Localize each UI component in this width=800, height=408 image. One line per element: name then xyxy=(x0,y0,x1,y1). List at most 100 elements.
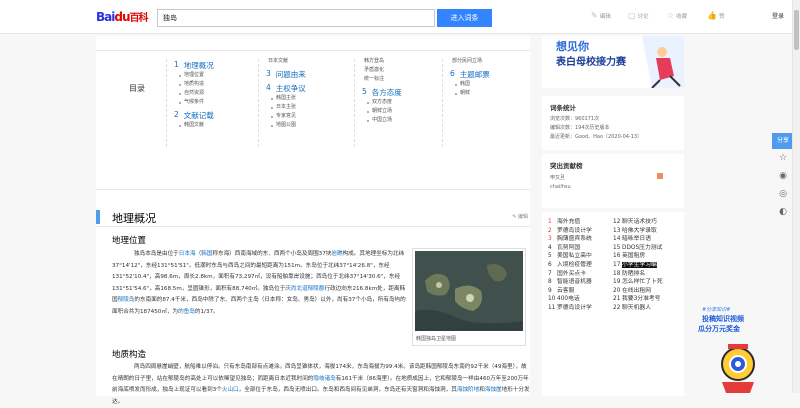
enter-entry-button[interactable]: 进入词条 xyxy=(437,9,492,27)
catalog-item[interactable]: 统一标注 xyxy=(362,75,442,84)
hot-list-item[interactable]: 15 DDOS压力测试 xyxy=(613,244,663,253)
like-icon: 👍 xyxy=(707,11,717,20)
catalog-item[interactable]: 专家意见 xyxy=(266,112,346,121)
hot-list-label: 400电话 xyxy=(557,296,580,303)
catalog-item[interactable]: 韩方登岛 xyxy=(362,57,442,66)
inline-link[interactable]: 海蚀阶地 xyxy=(457,387,479,393)
hot-list-item[interactable]: 6 入境检疫管理 xyxy=(548,261,592,270)
catalog-item[interactable]: 朝鲜立场 xyxy=(362,107,442,116)
catalog-item[interactable]: 日本文献 xyxy=(266,57,346,66)
hot-list-item[interactable]: 5 美国私立高中 xyxy=(548,252,592,261)
catalog-item[interactable]: 部分民间立场 xyxy=(450,57,530,66)
share-button[interactable]: 分享 xyxy=(772,133,794,149)
collect-tool-label: 收藏 xyxy=(676,13,688,20)
hot-list-item[interactable]: 13 哈佛大学录取 xyxy=(613,227,663,236)
catalog-item[interactable]: 地图公图 xyxy=(266,121,346,130)
satellite-map-figure[interactable]: 韩国独岛卫星地图 xyxy=(412,248,526,346)
catalog-item[interactable]: 朝鲜 xyxy=(450,89,530,98)
star-icon[interactable]: ☆ xyxy=(772,149,794,167)
catalog-heading[interactable]: 2 文献记载 xyxy=(174,110,254,121)
hot-list-item[interactable]: 12 聊天话术技巧 xyxy=(613,218,663,227)
catalog-item[interactable]: 双方态度 xyxy=(362,98,442,107)
hot-list-item[interactable]: 17 小学生学习编 xyxy=(613,261,663,270)
main-content: 目录 1 地理概况 地理位置 地质构造 自然资源 气候条件 2 文献记载 韩国文献 日本文献 3 问… xyxy=(96,36,530,405)
catalog-item[interactable]: 地理位置 xyxy=(174,71,254,80)
scrollbar[interactable] xyxy=(792,0,800,393)
hot-list-item[interactable]: 2 罗德岛设计学 xyxy=(548,227,592,236)
like-tool[interactable]: 👍 赞 xyxy=(707,11,724,20)
inline-link[interactable]: 隐岐诸岛 xyxy=(313,376,335,382)
video-promo[interactable]: #分享知识# 投稿知识视频 瓜分万元奖金 xyxy=(696,304,778,393)
hot-list-item[interactable]: 7 国外买点卡 xyxy=(548,270,592,279)
catalog-heading[interactable]: 4 主权争议 xyxy=(266,83,346,94)
inline-link[interactable]: 韩国 xyxy=(201,251,212,257)
hot-list-item[interactable]: 1 海外充值 xyxy=(548,218,592,227)
hot-list-item[interactable]: 19 怎么样忙了卜死 xyxy=(613,278,663,287)
hot-list-item[interactable]: 4 瓦努阿国 xyxy=(548,244,592,253)
inline-link[interactable]: 的鱼岛 xyxy=(178,309,195,315)
weibo-icon[interactable]: ◉ xyxy=(772,167,794,185)
catalog-item[interactable]: 地质构造 xyxy=(174,80,254,89)
logo-baike: 百科 xyxy=(129,13,149,24)
contrib-user-1[interactable]: 申又旦 xyxy=(542,173,684,183)
inline-link[interactable]: 郁陵岛 xyxy=(118,297,135,303)
hot-list-rank: 5 xyxy=(548,253,552,260)
catalog-heading[interactable]: 1 地理概况 xyxy=(174,60,254,71)
hot-list-label: 聊天话术技巧 xyxy=(622,219,657,225)
hot-list-item[interactable]: 21 我要3分准考号 xyxy=(613,295,663,304)
scrollbar-thumb[interactable] xyxy=(794,10,799,50)
contrib-user-2[interactable]: chailhsu xyxy=(542,183,684,192)
top-bar: Baidu百科 独岛 进入词条 ✎ 编辑 ▢ 讨论 ☆ 收藏 👍 赞 登录 xyxy=(0,0,800,34)
wechat-icon[interactable]: ◎ xyxy=(772,185,794,203)
hot-list-rank: 22 xyxy=(613,304,621,311)
hot-list-item[interactable]: 14 暗咏举日语 xyxy=(613,235,663,244)
hot-list-rank: 10 xyxy=(548,296,556,303)
hot-list-rank: 1 xyxy=(548,219,552,225)
catalog-item[interactable]: 日本主张 xyxy=(266,103,346,112)
hot-list-item[interactable]: 16 英国租房 xyxy=(613,252,663,261)
hot-list-left: 1 海外充值 2 罗德岛设计学 3 胸薄盛宾系统 4 瓦努阿国 5 美国私立高中 6 入境检疫管理 7 国… xyxy=(548,218,592,313)
promo-banner[interactable]: 想见你 表白母校接力赛 xyxy=(542,36,684,88)
inline-link[interactable]: 火山口 xyxy=(222,387,239,393)
edit-tool[interactable]: ✎ 编辑 xyxy=(591,11,611,20)
inline-link[interactable]: 海蚀崖 xyxy=(485,387,502,393)
hot-list-item[interactable]: 20 在线出租网 xyxy=(613,287,663,296)
catalog-item[interactable]: 矛盾激化 xyxy=(362,66,442,75)
hot-list-item[interactable]: 3 胸薄盛宾系统 xyxy=(548,235,592,244)
discuss-tool[interactable]: ▢ 讨论 xyxy=(628,11,649,20)
baidu-baike-logo[interactable]: Baidu百科 xyxy=(96,9,149,24)
inline-link[interactable]: 庆尚北道郁陵郡 xyxy=(285,286,324,292)
catalog-item[interactable]: 韩国 xyxy=(450,80,530,89)
qq-icon[interactable]: ◐ xyxy=(772,203,794,221)
hot-list-rank: 14 xyxy=(613,236,621,243)
avatar xyxy=(656,173,663,179)
hot-list-item[interactable]: 8 智能语音机器 xyxy=(548,278,592,287)
catalog-item[interactable]: 中国立场 xyxy=(362,116,442,125)
catalog-item[interactable]: 气候条件 xyxy=(174,98,254,107)
inline-link[interactable]: 岩礁 xyxy=(331,251,342,257)
hot-list-item[interactable]: 9 云客服 xyxy=(548,287,592,296)
collect-tool[interactable]: ☆ 收藏 xyxy=(667,11,687,20)
catalog-title: 目录 xyxy=(129,84,145,93)
hot-list-item[interactable]: 10 400电话 xyxy=(548,295,592,304)
stats-edits[interactable]: 编辑次数：194次历史版本 xyxy=(542,124,684,133)
section-edit-link[interactable]: ✎ 编辑 xyxy=(512,213,528,220)
hot-list-rank: 8 xyxy=(548,279,552,286)
catalog-item[interactable]: 韩国文献 xyxy=(174,121,254,130)
search-input[interactable]: 独岛 xyxy=(157,9,435,27)
catalog-heading[interactable]: 3 问题由来 xyxy=(266,69,346,80)
inline-link[interactable]: 日本海 xyxy=(179,251,196,257)
hot-list-item[interactable]: 18 防晒排名 xyxy=(613,270,663,279)
hot-list-item[interactable]: 22 聊天机器人 xyxy=(613,304,663,313)
hot-list-rank: 9 xyxy=(548,287,552,294)
catalog-heading[interactable]: 6 主题邮票 xyxy=(450,69,530,80)
banner-line-2: 表白母校接力赛 xyxy=(556,57,626,68)
login-link[interactable]: 登录 xyxy=(772,11,784,20)
hot-list-rank: 3 xyxy=(548,236,552,243)
catalog-heading[interactable]: 5 各方态度 xyxy=(362,87,442,98)
catalog-item[interactable]: 韩国主张 xyxy=(266,94,346,103)
hot-list-rank: 20 xyxy=(613,287,621,294)
hot-list-item[interactable]: 11 罗德岛设计学 xyxy=(548,304,592,313)
catalog-item[interactable]: 自然资源 xyxy=(174,89,254,98)
text-segment: 称东海）西南海域的东、西两个小岛及周围37块 xyxy=(212,251,332,257)
